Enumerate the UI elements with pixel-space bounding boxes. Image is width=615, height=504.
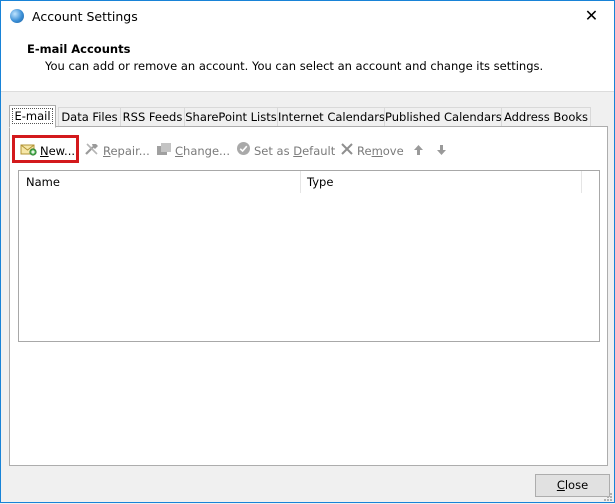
column-divider[interactable]: [581, 171, 582, 193]
header-panel: E-mail Accounts You can add or remove an…: [1, 32, 614, 92]
tab-sharepoint-lists[interactable]: SharePoint Lists: [184, 107, 278, 126]
tab-address-books[interactable]: Address Books: [501, 107, 591, 126]
header-description: You can add or remove an account. You ca…: [45, 59, 544, 73]
window-title: Account Settings: [32, 9, 138, 24]
tab-internet-calendars[interactable]: Internet Calendars: [277, 107, 385, 126]
set-as-default-button[interactable]: Set as Default: [236, 141, 335, 161]
accounts-list-header: Name Type: [19, 171, 599, 193]
remove-button[interactable]: Remove: [340, 141, 404, 161]
repair-icon: [84, 142, 100, 162]
tab-email[interactable]: E-mail: [9, 105, 56, 128]
arrow-up-icon: [413, 142, 424, 162]
remove-icon: [340, 142, 354, 162]
tab-rss-feeds[interactable]: RSS Feeds: [120, 107, 185, 126]
arrow-down-icon: [436, 142, 447, 162]
email-tab-panel: New... Repair... Change... Set as Defaul…: [9, 126, 608, 466]
change-icon: [156, 142, 172, 162]
column-header-type[interactable]: Type: [307, 171, 333, 193]
column-header-name[interactable]: Name: [26, 171, 60, 193]
new-account-button[interactable]: New...: [20, 141, 75, 161]
header-title: E-mail Accounts: [27, 42, 131, 56]
close-button[interactable]: Close: [535, 474, 610, 497]
checkmark-icon: [236, 141, 251, 162]
tab-data-files[interactable]: Data Files: [58, 107, 121, 126]
account-settings-window: Account Settings ✕ E-mail Accounts You c…: [0, 0, 615, 503]
window-close-icon[interactable]: ✕: [569, 1, 614, 32]
repair-button[interactable]: Repair...: [84, 141, 150, 161]
resize-grip-icon[interactable]: [602, 490, 612, 501]
move-up-button[interactable]: [413, 141, 427, 161]
column-divider[interactable]: [300, 171, 301, 193]
change-button[interactable]: Change...: [156, 141, 230, 161]
tab-published-calendars[interactable]: Published Calendars: [384, 107, 502, 126]
outlook-globe-icon: [10, 9, 24, 23]
move-down-button[interactable]: [436, 141, 450, 161]
new-account-icon: [20, 142, 37, 162]
title-bar: Account Settings ✕: [1, 1, 614, 32]
accounts-list[interactable]: Name Type: [18, 170, 600, 342]
